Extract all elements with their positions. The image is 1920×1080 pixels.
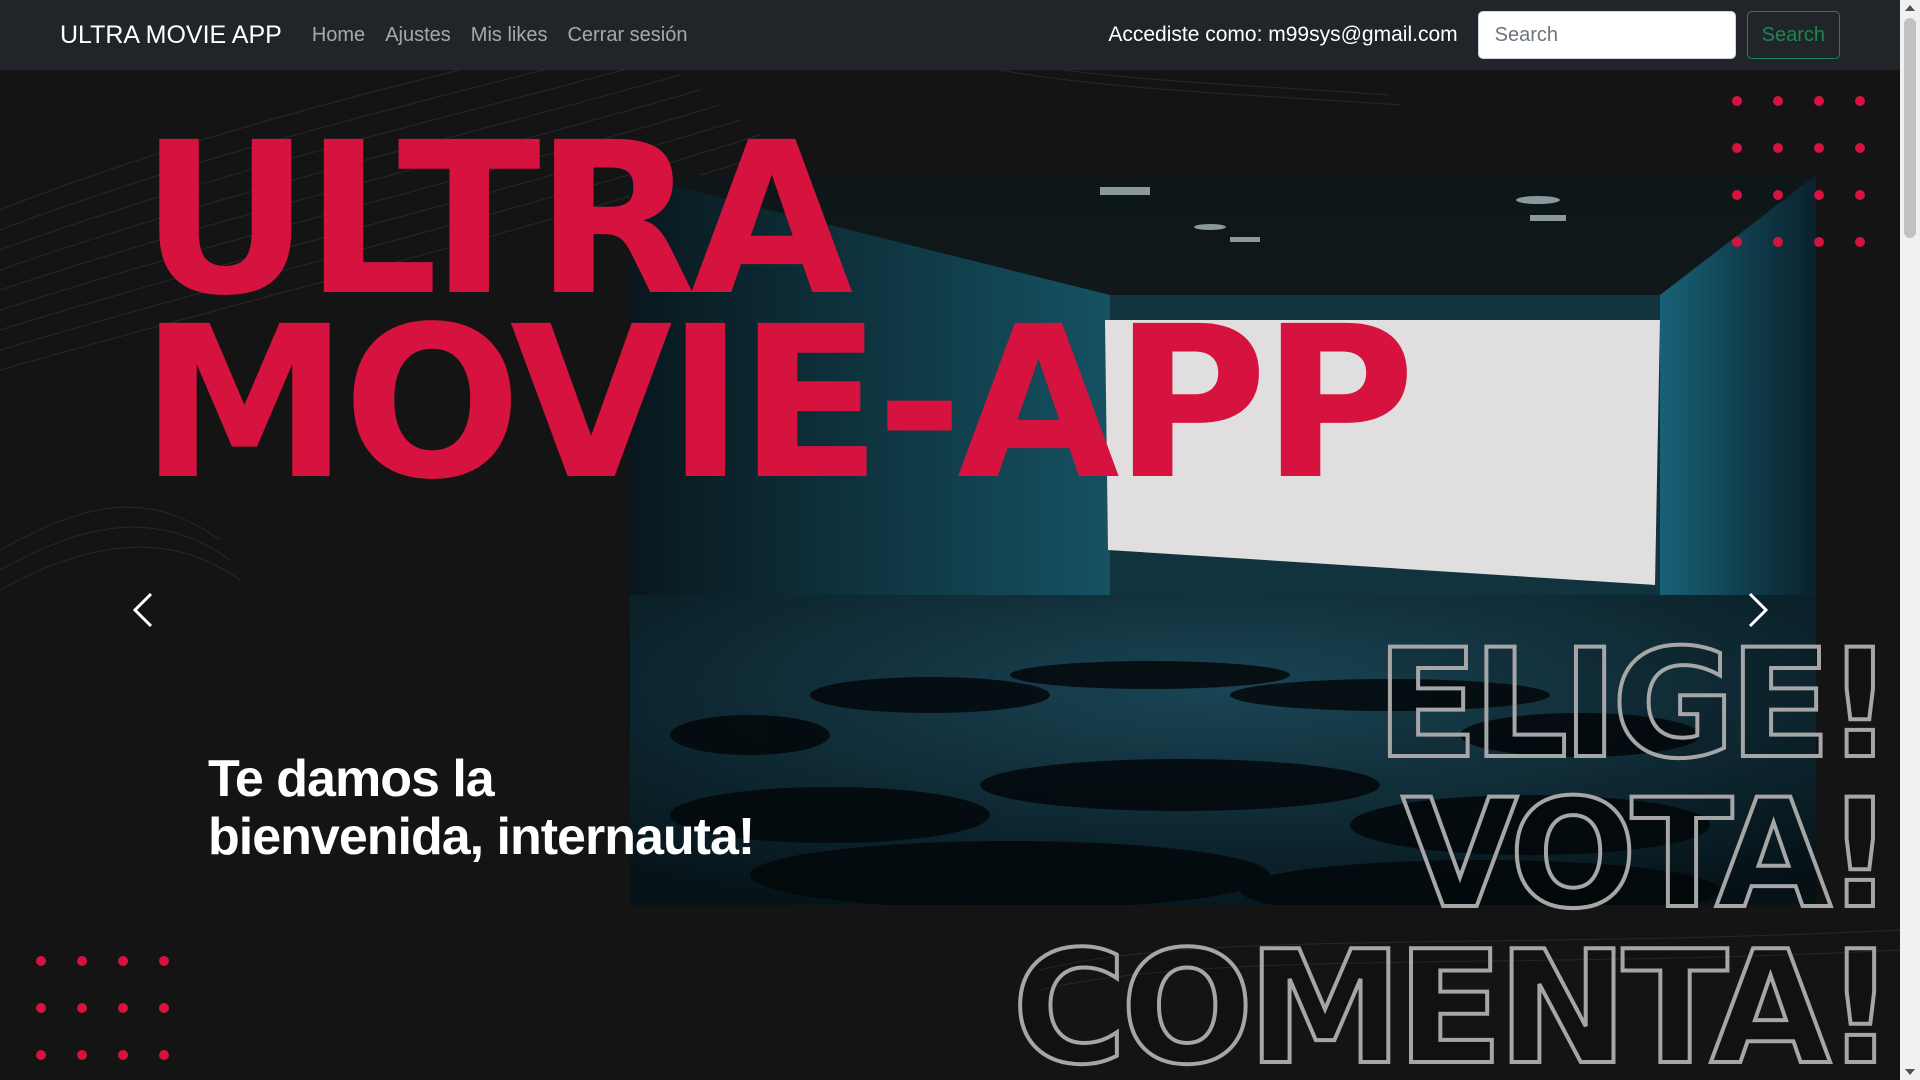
chevron-right-icon [1748, 592, 1769, 628]
nav-link-ajustes[interactable]: Ajustes [385, 24, 451, 47]
search-input[interactable] [1477, 11, 1736, 59]
cta-comenta: COMENTA! [1010, 917, 1898, 1080]
dot-grid-top-right [1732, 96, 1896, 247]
brand-link[interactable]: ULTRA MOVIE APP [60, 21, 282, 50]
welcome-message: Te damos la bienvenida, internauta! [208, 750, 755, 866]
chevron-left-icon [132, 592, 153, 628]
dot-grid-bottom-left [36, 956, 200, 1060]
cta-vota: VOTA! [1400, 768, 1896, 942]
cta-elige: ELIGE! [1374, 618, 1896, 792]
navbar: ULTRA MOVIE APP Home Ajustes Mis likes C… [0, 0, 1900, 70]
carousel-next-button[interactable] [1733, 580, 1783, 640]
welcome-line-2: bienvenida, internauta! [208, 808, 755, 866]
welcome-line-1: Te damos la [208, 750, 495, 808]
scroll-down-arrow[interactable] [1900, 1064, 1920, 1080]
nav-link-home[interactable]: Home [312, 24, 365, 47]
page-scrollbar[interactable] [1900, 0, 1920, 1080]
scroll-thumb[interactable] [1904, 18, 1916, 238]
hero-title-line-2: MOVIE-APP [140, 281, 1415, 526]
scroll-up-arrow[interactable] [1900, 0, 1920, 16]
carousel-prev-button[interactable] [118, 580, 168, 640]
nav-link-mis-likes[interactable]: Mis likes [471, 24, 548, 47]
nav-link-cerrar-sesion[interactable]: Cerrar sesión [567, 24, 687, 47]
search-button[interactable]: Search [1746, 11, 1840, 59]
hero-carousel: ULTRA MOVIE-APP Te damos la bienvenida, … [0, 70, 1900, 1080]
logged-in-user: Accediste como: m99sys@gmail.com [1108, 23, 1458, 46]
hero-title: ULTRA MOVIE-APP [140, 115, 1415, 526]
